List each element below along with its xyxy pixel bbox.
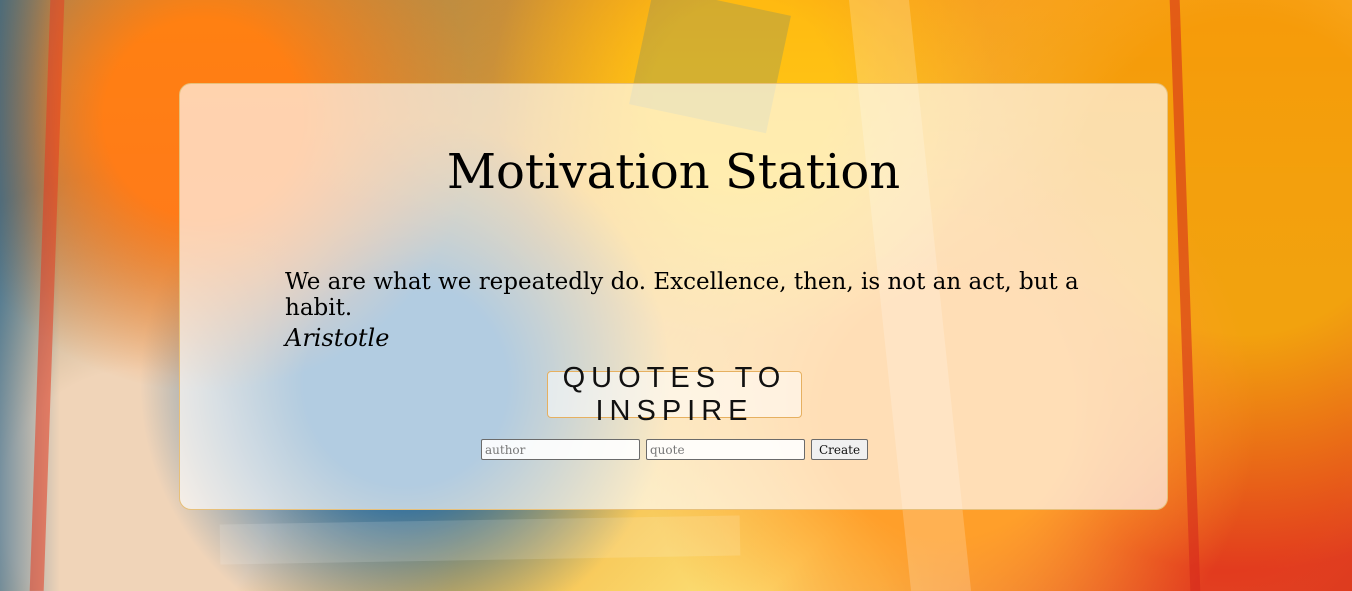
background-paint-streak [1169, 0, 1201, 591]
create-quote-form: Create [481, 439, 869, 460]
quote-author: Aristotle [285, 324, 390, 352]
author-input[interactable] [481, 439, 640, 460]
create-button[interactable]: Create [811, 439, 869, 460]
main-panel: Motivation Station We are what we repeat… [179, 83, 1168, 510]
page-title: Motivation Station [446, 144, 901, 200]
quote-text: We are what we repeatedly do. Excellence… [285, 269, 1079, 321]
background-paint-streak [29, 0, 65, 591]
quote-input[interactable] [646, 439, 805, 460]
background-paint-streak [219, 515, 741, 565]
quotes-to-inspire-button[interactable]: Quotes to Inspire [547, 362, 802, 427]
